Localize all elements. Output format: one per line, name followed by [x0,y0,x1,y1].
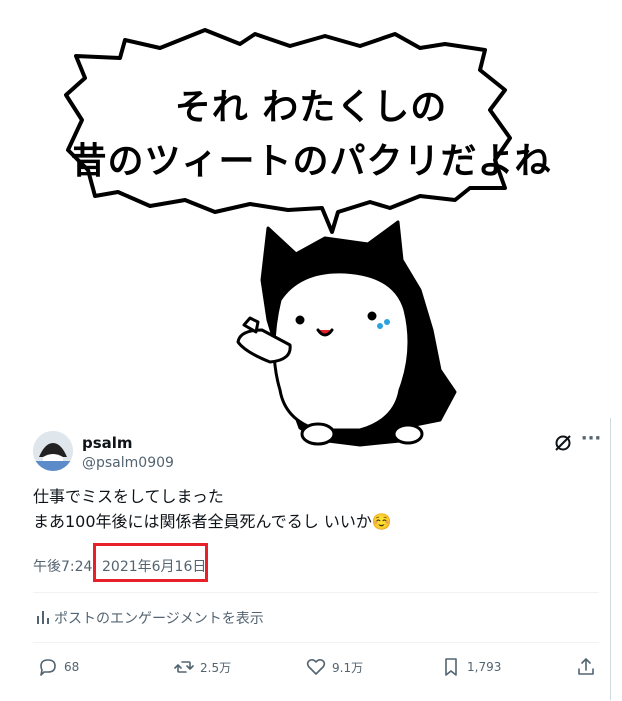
more-options-icon[interactable]: ··· [580,430,602,452]
repost-count: 2.5万 [200,660,232,675]
cat-illustration [64,28,512,447]
like-count: 9.1万 [332,660,364,675]
grok-icon[interactable] [553,433,573,453]
repost-button[interactable]: 2.5万 [174,656,231,678]
cat-figure [236,220,457,447]
divider [33,592,599,593]
share-icon [578,658,594,675]
heart-icon [306,658,326,675]
reply-icon [40,659,56,676]
speech-bubble [64,28,512,234]
post-text-line-1: 仕事でミスをしてしまった [33,487,224,506]
display-name[interactable]: psalm [82,434,133,452]
bookmark-icon [445,658,457,676]
repost-icon [174,661,194,673]
reply-button[interactable]: 68 [38,656,79,678]
card-border [610,418,611,700]
user-handle[interactable]: @psalm0909 [82,455,174,471]
date-highlight-box [93,543,208,582]
speech-bubble-line-2: 昔のツィートのパクリだよね [70,141,552,182]
divider [33,642,599,643]
share-button[interactable] [576,656,596,678]
post-time[interactable]: 午後7:24 [33,556,92,576]
post-text-line-2: まあ100年後には関係者全員死んでるし いいか☺️ [33,512,392,531]
avatar[interactable] [33,431,73,471]
tear-icon [377,323,383,329]
bookmark-button[interactable]: 1,793 [441,656,501,678]
speech-bubble-line-1: それ わたくしの [174,87,448,128]
like-button[interactable]: 9.1万 [306,656,363,678]
bookmark-count: 1,793 [467,660,502,674]
view-engagement-link[interactable]: ポストのエンゲージメントを表示 [54,608,264,628]
analytics-icon[interactable] [36,610,50,624]
reply-count: 68 [64,660,80,674]
